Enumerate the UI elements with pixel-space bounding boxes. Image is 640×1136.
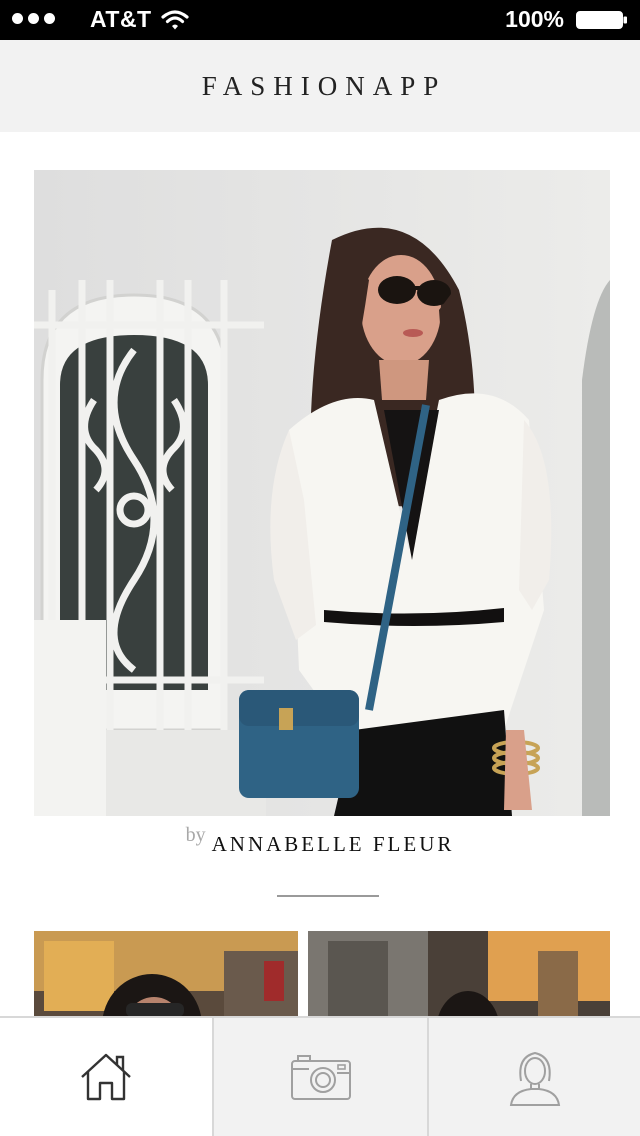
thumbnail-photo-right[interactable]	[308, 931, 610, 1016]
wifi-icon	[161, 10, 189, 30]
home-icon	[81, 1053, 131, 1101]
tab-profile[interactable]	[429, 1018, 640, 1136]
profile-icon	[509, 1051, 560, 1106]
status-bar: AT&T 100%	[0, 0, 640, 40]
app-title: FASHIONAPP	[201, 70, 447, 101]
carrier-label: AT&T	[90, 6, 152, 32]
thumbnail-photo-left[interactable]	[34, 931, 298, 1016]
post-byline: by ANNABELLE FLEUR	[0, 824, 640, 857]
feed[interactable]: by ANNABELLE FLEUR	[0, 132, 640, 1016]
byline-prefix: by	[185, 824, 206, 846]
byline-author[interactable]: ANNABELLE FLEUR	[212, 832, 455, 856]
tab-bar	[0, 1016, 640, 1136]
tab-home[interactable]	[0, 1018, 212, 1136]
post-divider	[277, 895, 379, 897]
featured-post-photo[interactable]	[34, 170, 610, 816]
camera-icon	[290, 1055, 351, 1100]
app-screen: AT&T 100% FASHIONAPP by ANNABELLE FLEUR	[0, 0, 640, 1136]
nav-header: FASHIONAPP	[0, 40, 640, 132]
tab-camera[interactable]	[212, 1018, 429, 1136]
battery-percent: 100%	[505, 6, 564, 32]
signal-dots-icon	[12, 13, 55, 24]
battery-icon	[576, 11, 627, 29]
